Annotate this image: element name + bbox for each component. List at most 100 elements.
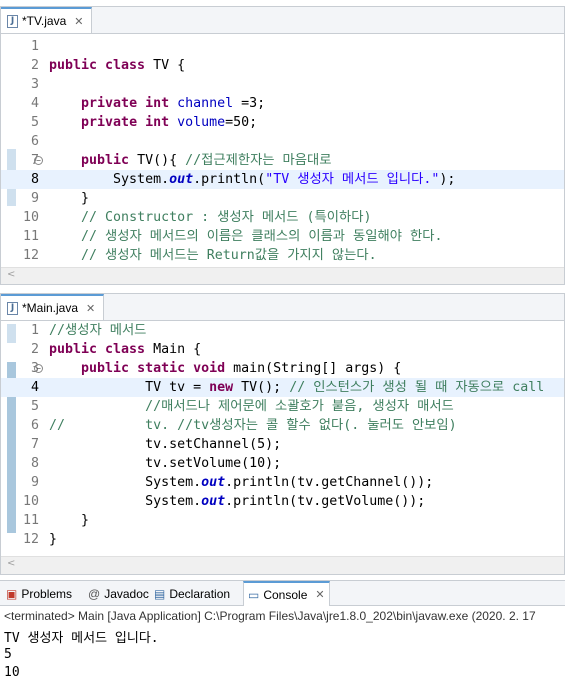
problems-icon: ▣ [6, 586, 18, 601]
line-number: 9 [30, 475, 39, 490]
tab-label: Console [263, 587, 308, 602]
tab-javadoc[interactable]: @ Javadoc [84, 581, 153, 606]
fold-toggle-icon[interactable]: − [34, 364, 43, 373]
code-line[interactable]: 11 // 생성자 메서드의 이름은 클래스의 이름과 동일해야 한다. [1, 227, 564, 246]
code-text: // 생성자 메서드는 Return값을 가지지 않는다. [81, 248, 377, 263]
code-line[interactable]: 5 private int volume=50; [1, 113, 564, 132]
code-line[interactable]: 7 public TV(){ //접근제한자는 마음대로 − [1, 151, 564, 170]
code-line[interactable]: 12 // 생성자 메서드는 Return값을 가지지 않는다. [1, 246, 564, 265]
line-number: 1 [30, 39, 39, 54]
scroll-left-icon[interactable]: < [7, 558, 15, 569]
console-icon: ▭ [248, 587, 260, 602]
code-text: } [49, 513, 90, 528]
code-line[interactable]: 9 } [1, 189, 564, 208]
main-editor-panel: J *Main.java ✕ 1 //생성자 메서드 2 public class M… [0, 293, 565, 575]
scroll-left-icon[interactable]: < [7, 269, 15, 280]
code-line[interactable]: 2 public class Main { [1, 340, 564, 359]
code-text: private int volume=50; [81, 115, 258, 130]
tab-label: Declaration [169, 586, 231, 601]
code-text: System.out.println(tv.getVolume()); [49, 494, 426, 509]
console-output-line: 10 [4, 665, 20, 680]
close-icon[interactable]: ✕ [86, 302, 95, 315]
line-number: 12 [22, 532, 39, 547]
code-line[interactable]: 10 // Constructor : 생성자 메서드 (특이하다) [1, 208, 564, 227]
code-line[interactable]: 5 //매서드나 제어문에 소괄호가 붙음, 생성자 매서드 [1, 397, 564, 416]
code-line[interactable]: 11 } [1, 511, 564, 530]
line-number: 11 [22, 513, 39, 528]
line-number: 7 [30, 437, 39, 452]
line-number: 9 [30, 191, 39, 206]
code-line[interactable]: 2 public class TV { [1, 56, 564, 75]
line-number: 4 [30, 96, 39, 111]
code-line[interactable]: 7 tv.setChannel(5); [1, 435, 564, 454]
line-number: 8 [30, 456, 39, 471]
code-text: } [49, 532, 58, 547]
code-line[interactable]: 4 TV tv = new TV(); // 인스턴스가 생성 될 때 자동으로… [1, 378, 564, 397]
declaration-icon: ▤ [154, 586, 166, 601]
tv-code-area[interactable]: 1 2 public class TV {3 4 private int channe… [1, 37, 564, 265]
tab-main-java[interactable]: J *Main.java ✕ [1, 294, 105, 320]
tab-label: *TV.java [22, 14, 67, 28]
java-file-icon: J [7, 301, 18, 315]
line-number: 2 [30, 58, 39, 73]
code-text: //생성자 메서드 [49, 323, 147, 338]
code-text: System.out.println(tv.getChannel()); [49, 475, 434, 490]
code-text: // 생성자 메서드의 이름은 클래스의 이름과 동일해야 한다. [81, 229, 443, 244]
main-code-area[interactable]: 1 //생성자 메서드 2 public class Main {3 public s… [1, 321, 564, 549]
code-text: //매서드나 제어문에 소괄호가 붙음, 생성자 매서드 [145, 399, 454, 414]
tv-editor-tabbar: J *TV.java ✕ [1, 7, 564, 34]
line-number: 11 [22, 229, 39, 244]
code-line[interactable]: 3 [1, 75, 564, 94]
line-number: 5 [30, 115, 39, 130]
line-number: 10 [22, 210, 39, 225]
line-number: 6 [30, 418, 39, 433]
code-line[interactable]: 3 public static void main(String[] args)… [1, 359, 564, 378]
close-icon[interactable]: ✕ [315, 588, 324, 601]
tab-console[interactable]: ▭ Console ✕ [243, 581, 330, 606]
line-number: 1 [30, 323, 39, 338]
code-line[interactable]: 6 [1, 132, 564, 151]
line-number: 6 [30, 134, 39, 149]
tab-label: *Main.java [22, 301, 79, 315]
line-number: 12 [22, 248, 39, 263]
code-text: } [49, 191, 90, 206]
horizontal-scrollbar[interactable]: < [1, 556, 564, 574]
javadoc-icon: @ [88, 586, 101, 601]
code-line[interactable]: 1 [1, 37, 564, 56]
code-text: TV tv = new TV(); // 인스턴스가 생성 될 때 자동으로 c… [49, 380, 545, 395]
line-number: 3 [30, 77, 39, 92]
code-line[interactable]: 1 //생성자 메서드 [1, 321, 564, 340]
code-text: private int channel =3; [81, 96, 266, 111]
line-number: 5 [30, 399, 39, 414]
tab-problems[interactable]: ▣ Problems [2, 581, 76, 606]
code-line[interactable]: 12} [1, 530, 564, 549]
code-text: public static void main(String[] args) { [81, 361, 402, 376]
code-text: public class TV { [49, 58, 186, 73]
line-number: 2 [30, 342, 39, 357]
tab-label: Problems [21, 586, 73, 601]
tab-tv-java[interactable]: J *TV.java ✕ [1, 7, 93, 33]
line-number: 8 [30, 172, 39, 187]
tab-declaration[interactable]: ▤ Declaration [150, 581, 234, 606]
tab-label: Javadoc [104, 586, 149, 601]
code-line[interactable]: 4 private int channel =3; [1, 94, 564, 113]
console-output-line: 5 [4, 647, 12, 662]
tv-editor-panel: J *TV.java ✕ 1 2 public class TV {3 4 priva… [0, 6, 565, 285]
console-tabbar: ▣ Problems @ Javadoc ▤ Declaration ▭ Con… [0, 580, 565, 606]
fold-toggle-icon[interactable]: − [34, 156, 43, 165]
code-line[interactable]: 10 System.out.println(tv.getVolume()); [1, 492, 564, 511]
code-text: tv.setVolume(10); [49, 456, 282, 471]
line-number: 10 [22, 494, 39, 509]
console-status: <terminated> Main [Java Application] C:\… [0, 606, 565, 626]
line-number: 4 [30, 380, 39, 395]
code-line[interactable]: 6 // tv. //tv생성자는 콜 할수 없다(. 눌러도 안보임) [1, 416, 564, 435]
close-icon[interactable]: ✕ [74, 15, 83, 28]
code-line[interactable]: 8 System.out.println("TV 생성자 메서드 입니다."); [1, 170, 564, 189]
java-file-icon: J [7, 14, 18, 28]
code-line[interactable]: 8 tv.setVolume(10); [1, 454, 564, 473]
console-output-line: TV 생성자 메서드 입니다. [4, 631, 159, 646]
code-text: System.out.println("TV 생성자 메서드 입니다."); [49, 172, 456, 187]
horizontal-scrollbar[interactable]: < [1, 267, 564, 284]
code-text: // Constructor : 생성자 메서드 (특이하다) [81, 210, 372, 225]
code-line[interactable]: 9 System.out.println(tv.getChannel()); [1, 473, 564, 492]
